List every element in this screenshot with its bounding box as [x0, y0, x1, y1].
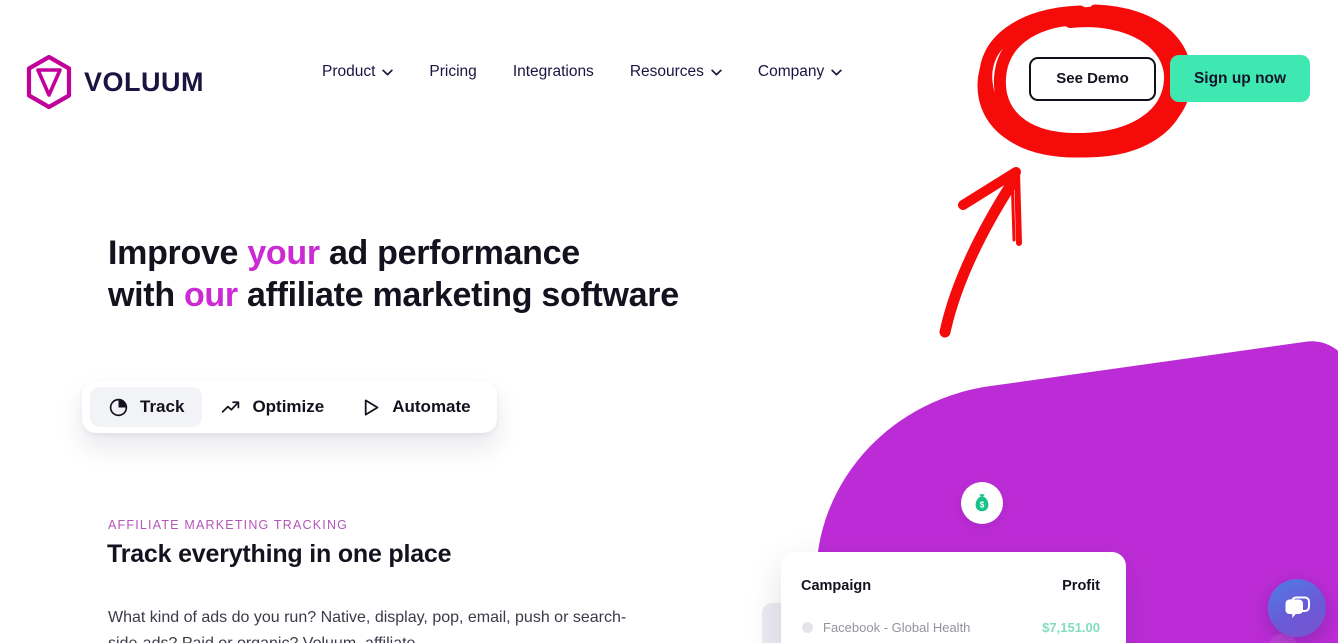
hero-headline: Improve your ad performance with our affi…: [108, 192, 679, 316]
nav-item-resources-label: Resources: [629, 63, 704, 80]
tab-optimize[interactable]: Optimize: [202, 387, 342, 427]
navbar-actions: See Demo Sign up now: [1029, 55, 1310, 102]
campaign-profit-cell: $7,151.00: [1042, 620, 1100, 635]
hero-line1-part-a: Improve: [108, 234, 248, 273]
hero-line2-highlight: our: [183, 275, 238, 314]
chat-widget-button[interactable]: [1268, 579, 1326, 637]
nav-item-company[interactable]: Company: [758, 63, 842, 81]
nav-item-pricing-label: Pricing: [429, 63, 477, 80]
brand-wordmark: VOLUUM: [84, 66, 204, 97]
hero-line1-part-b: ad performance: [319, 234, 580, 273]
chat-bubbles-icon: [1285, 596, 1310, 618]
section-body-text: What kind of ads do you run? Native, dis…: [108, 609, 627, 643]
tab-automate-label: Automate: [392, 397, 471, 416]
svg-text:$: $: [980, 500, 985, 509]
money-bag-icon: $: [975, 494, 989, 512]
tab-automate[interactable]: Automate: [342, 387, 488, 427]
campaign-name-text: Facebook - Global Health: [823, 620, 971, 635]
pie-chart-icon: [109, 398, 128, 416]
campaign-card-header: Campaign Profit: [781, 552, 1126, 594]
nav-item-resources[interactable]: Resources: [630, 63, 722, 81]
hero-line2-part-a: with: [108, 275, 184, 314]
campaign-name-cell: Facebook - Global Health: [801, 620, 970, 635]
play-triangle-icon: [365, 398, 379, 416]
section-eyebrow: AFFILIATE MARKETING TRACKING: [108, 518, 349, 532]
feature-tabbar: Track Optimize Automate: [82, 381, 497, 433]
trending-up-icon: [222, 400, 240, 413]
tab-track-label: Track: [140, 397, 185, 416]
hero-line1-highlight: your: [247, 234, 320, 273]
tab-optimize-label: Optimize: [252, 397, 325, 416]
money-bag-badge: $: [961, 482, 1003, 524]
primary-navigation: Product Pricing Integrations Resources C…: [322, 55, 842, 81]
campaign-card: Campaign Profit Facebook - Global Health…: [781, 552, 1126, 643]
chevron-down-icon: [831, 69, 842, 75]
section-title: Track everything in one place: [107, 540, 452, 568]
page-root: Campaign Profit Facebook - Global Health…: [0, 0, 1338, 643]
hero-line-2: with our affiliate marketing software: [108, 276, 679, 314]
see-demo-button[interactable]: See Demo: [1029, 56, 1156, 101]
brand-logo[interactable]: VOLUUM: [26, 55, 204, 109]
nav-item-product[interactable]: Product: [322, 63, 394, 81]
table-row[interactable]: Facebook - Global Health $7,151.00: [781, 594, 1126, 635]
chevron-down-icon: [382, 69, 394, 75]
column-header-campaign: Campaign: [801, 578, 872, 594]
nav-item-company-label: Company: [757, 63, 825, 80]
chevron-down-icon: [711, 69, 722, 75]
main-navbar: VOLUUM Product Pricing Integrations Reso…: [0, 0, 1338, 160]
nav-item-integrations-label: Integrations: [512, 63, 594, 80]
column-header-profit: Profit: [1062, 578, 1100, 594]
favicon-icon: [802, 622, 813, 633]
nav-item-integrations[interactable]: Integrations: [513, 63, 594, 81]
nav-item-product-label: Product: [322, 63, 376, 80]
voluum-hexagon-logo-icon: [26, 55, 72, 109]
nav-item-pricing[interactable]: Pricing: [429, 63, 476, 81]
hero-line2-part-b: affiliate marketing software: [237, 275, 679, 314]
hero-line-1: Improve your ad performance: [108, 234, 580, 272]
sign-up-now-button[interactable]: Sign up now: [1170, 55, 1310, 102]
tab-track[interactable]: Track: [90, 387, 203, 427]
